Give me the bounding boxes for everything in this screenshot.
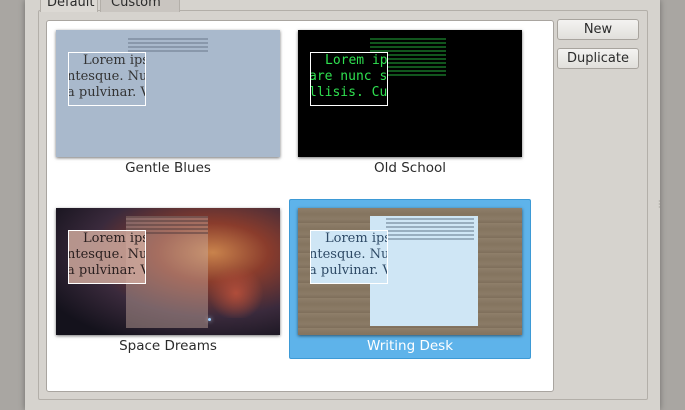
tab-default[interactable]: Default [40,0,98,12]
lorem-line: llisis. Cu [310,85,388,100]
lorem-line: ntesque. Nulla [68,69,146,84]
preview-lorem-box: Lorem ipsum are nunc se llisis. Cu [310,52,388,106]
lorem-line: Lorem ipsum [325,53,388,68]
theme-gallery[interactable]: Lorem ipsum ntesque. Nulla a pulvinar. V… [46,20,554,392]
lorem-line: Lorem ipsum [83,53,145,68]
resize-grip-icon[interactable]: · · · [658,198,661,212]
theme-preview: Lorem ipsum ntesque. Nulla a pulvinar. V [298,208,522,335]
preview-lorem-box: Lorem ipsum ntesque. Nulla a pulvinar. V [68,230,146,284]
duplicate-button[interactable]: Duplicate [557,48,639,69]
theme-preview: Lorem ipsum ntesque. Nulla a pulvinar. V [56,30,280,157]
theme-dialog: Default Custom Lorem ipsum ntesque. Null… [25,0,661,410]
lorem-line: ntesque. Nulla [68,247,146,262]
lorem-line: Lorem ipsum [83,231,145,246]
preview-lorem-box: Lorem ipsum ntesque. Nulla a pulvinar. V [310,230,388,284]
nebula-glow [206,268,266,318]
lorem-line: ntesque. Nulla [310,247,388,262]
theme-name: Old School [373,160,447,176]
preview-lorem-box: Lorem ipsum ntesque. Nulla a pulvinar. V [68,52,146,106]
theme-name: Gentle Blues [125,160,211,176]
theme-item-gentle-blues[interactable]: Lorem ipsum ntesque. Nulla a pulvinar. V… [47,21,289,181]
theme-preview: Lorem ipsum ntesque. Nulla a pulvinar. V [56,208,280,335]
lorem-line: are nunc se [310,69,388,84]
theme-name: Writing Desk [366,338,454,354]
lorem-line: a pulvinar. V [68,85,146,100]
theme-item-old-school[interactable]: Lorem ipsum are nunc se llisis. Cu Old S… [289,21,531,181]
lorem-line: Lorem ipsum [325,231,387,246]
theme-item-writing-desk[interactable]: Lorem ipsum ntesque. Nulla a pulvinar. V… [289,199,531,359]
theme-preview: Lorem ipsum are nunc se llisis. Cu [298,30,522,157]
new-button[interactable]: New [557,19,639,40]
lorem-line: a pulvinar. V [68,263,146,278]
theme-item-space-dreams[interactable]: Lorem ipsum ntesque. Nulla a pulvinar. V… [47,199,289,359]
theme-name: Space Dreams [119,338,217,354]
star-icon [208,318,211,321]
lorem-line: a pulvinar. V [310,263,388,278]
tab-custom[interactable]: Custom [100,0,180,12]
